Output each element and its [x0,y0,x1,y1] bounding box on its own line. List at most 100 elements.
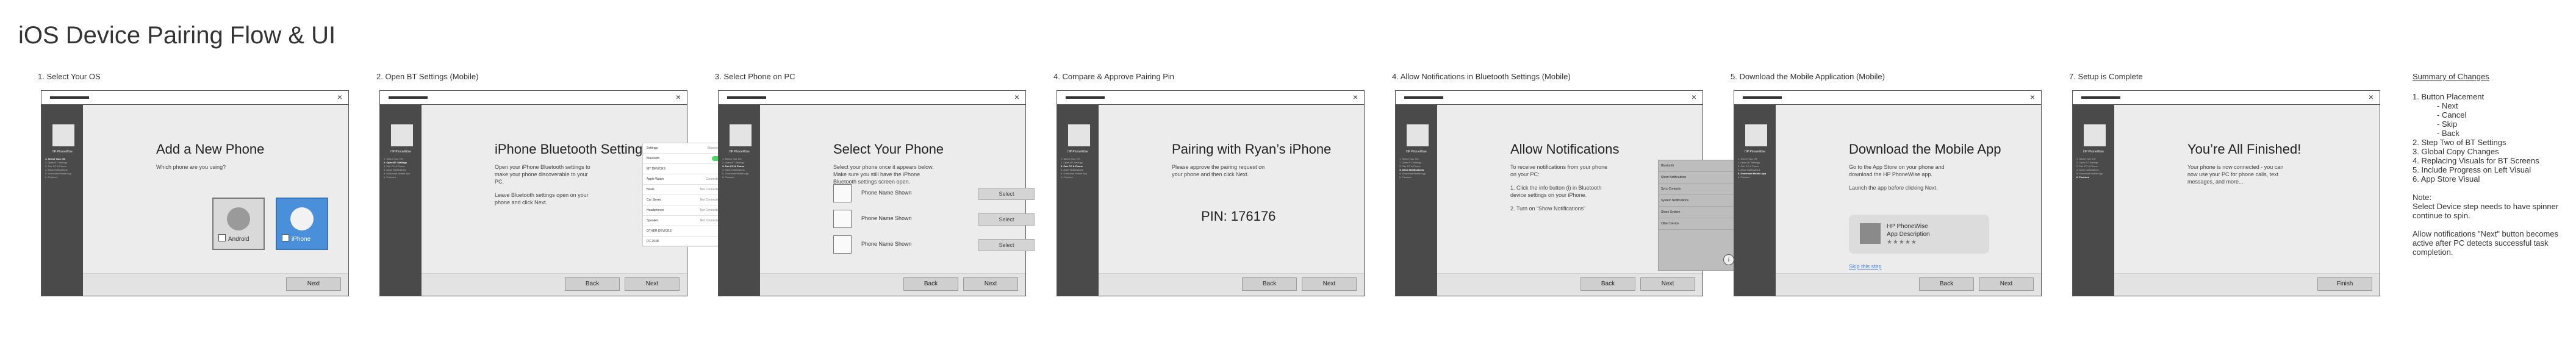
dialog-footer: Next [83,273,348,296]
step-list-item: 6. Finished [45,176,57,179]
app-name-label: HP PhoneWise [2083,150,2104,154]
back-button[interactable]: Back [1580,277,1635,291]
back-button[interactable]: Back [1919,277,1974,291]
select-phone-button[interactable]: Select [978,239,1035,251]
dialog-description: Select your phone once it appears below.… [833,163,937,185]
summary-item: - Cancel [2437,110,2467,120]
app-icon [1860,223,1881,244]
settings-row: Bluetooth [643,154,725,164]
back-button[interactable]: Back [565,277,620,291]
app-name-label: HP PhoneWise [390,150,411,154]
summary-item: 3. Global Copy Changes [2413,147,2499,156]
progress-sidebar: HP PhoneWise 1. Select Your OS 2. Open BT … [1734,105,1776,296]
note-text: Allow notifications "Next" button become… [2413,229,2559,257]
step-list: 1. Select Your OS 2. Open BT Settings 3. P… [722,157,758,179]
dialog-content: You’re All Finished! Your phone is now co… [2114,105,2380,274]
iphone-checkbox[interactable] [282,234,289,241]
primary-button[interactable]: Next [1640,277,1695,291]
step-list: 1. Select Your OS 2. Open BT Settings 3. P… [384,157,419,179]
settings-row-value: Not Connected [700,209,720,212]
pairing-pin: PIN: 176176 [1201,209,1276,224]
app-logo [1745,124,1767,146]
note-title: Note: [2413,193,2432,202]
android-phone-icon [227,207,250,230]
notification-row: Sync Contacts [1659,184,1738,195]
primary-button[interactable]: Next [963,277,1018,291]
dialog-description: Open your iPhone Bluetooth settings to m… [495,163,598,206]
title-bar-line [50,96,89,99]
description-text: Please approve the pairing request on yo… [1172,164,1265,177]
title-bar: × [2073,91,2380,105]
summary-item: 5. Include Progress on Left Visual [2413,165,2531,174]
dialog-window: × HP PhoneWise 1. Select Your OS 2. Open BT… [1395,90,1738,296]
android-option[interactable]: Android [212,198,265,250]
description-text: 1. Click the info button (i) in Bluetoot… [1510,185,1602,198]
step-list: 1. Select Your OS 2. Open BT Settings 3. P… [1061,157,1096,179]
step-list-item: 6. Finished [1738,176,1750,179]
back-button[interactable]: Back [1242,277,1297,291]
skip-link[interactable]: Skip this step [1849,263,1882,269]
primary-button[interactable]: Next [1302,277,1357,291]
info-icon: i [1723,254,1734,265]
title-bar-line [2081,96,2120,99]
progress-sidebar: HP PhoneWise 1. Select Your OS 2. Open BT … [1057,105,1099,296]
close-icon[interactable]: × [337,92,342,102]
select-phone-button[interactable]: Select [978,213,1035,226]
close-icon[interactable]: × [1353,92,1358,102]
dialog-content: Allow Notifications To receive notificati… [1437,105,1738,274]
close-icon[interactable]: × [2030,92,2035,102]
step-list-item: 6. Finished [2076,176,2089,179]
close-icon[interactable]: × [1014,92,1019,102]
summary-item: 6. App Store Visual [2413,174,2480,184]
summary-item: 2. Step Two of BT Settings [2413,138,2506,147]
primary-button[interactable]: Finish [2317,277,2372,291]
phone-name: Phone Name Shown [861,241,912,247]
dialog-window: × HP PhoneWise 1. Select Your OS 2. Open BT… [2072,90,2380,296]
dialog-window: × HP PhoneWise 1. Select Your OS 2. Open BT… [718,90,1035,296]
iphone-option[interactable]: iPhone [276,198,328,250]
settings-row-label: Bluetooth [647,157,660,160]
settings-row: MY DEVICES [643,164,725,174]
primary-button[interactable]: Next [286,277,341,291]
select-phone-button[interactable]: Select [978,188,1035,200]
settings-row: PC-2048 [643,237,725,247]
dialog-footer: Next Back [760,273,1025,296]
note-text: Select Device step needs to have spinner… [2413,202,2559,220]
progress-sidebar: HP PhoneWise 1. Select Your OS 2. Open BT … [1396,105,1437,296]
summary-item: 4. Replacing Visuals for BT Screens [2413,156,2539,165]
dialog-heading: Add a New Phone [156,141,265,157]
app-name-label: HP PhoneWise [1067,150,1088,154]
close-icon[interactable]: × [2369,92,2373,102]
step-caption: 2. Open BT Settings (Mobile) [376,72,479,81]
settings-row-value: Not Connected [700,219,720,223]
dialog-content: Pairing with Ryan’s iPhone Please approve… [1099,105,1364,274]
android-checkbox[interactable] [218,234,226,241]
dialog-content: Select Your Phone Select your phone once … [760,105,1035,274]
dialog-window: × HP PhoneWise 1. Select Your OS 2. Open BT… [1057,90,1365,296]
description-text: To receive notifications from your phone… [1510,164,1608,177]
progress-sidebar: HP PhoneWise 1. Select Your OS 2. Open BT … [380,105,422,296]
notification-row: System Notifications [1659,195,1738,207]
phone-name: Phone Name Shown [861,190,912,196]
back-button[interactable]: Back [903,277,958,291]
iphone-phone-icon [290,207,314,230]
close-icon[interactable]: × [1692,92,1696,102]
summary-panel: Summary of Changes 1. Button Placement -… [2413,72,2571,257]
settings-row-label: Beats [647,188,655,191]
phone-thumbnail [833,210,852,228]
settings-row-label: Speaker [647,219,658,223]
app-name-label: HP PhoneWise [1406,150,1427,154]
primary-button[interactable]: Next [625,277,680,291]
dialog-description: Which phone are you using? [156,163,260,171]
dialog-heading: Select Your Phone [833,141,944,157]
close-icon[interactable]: × [676,92,681,102]
app-logo [1068,124,1090,146]
dialog-footer: Next Back [1099,273,1364,296]
dialog-heading: Download the Mobile App [1849,141,2001,157]
primary-button[interactable]: Next [1979,277,2034,291]
progress-sidebar: HP PhoneWise 1. Select Your OS 2. Open BT … [719,105,760,296]
title-bar: × [1057,91,1364,105]
title-bar-line [1743,96,1782,99]
phone-list-item: Phone Name Shown Select [833,184,1035,202]
step-list: 1. Select Your OS 2. Open BT Settings 3. P… [2076,157,2112,179]
